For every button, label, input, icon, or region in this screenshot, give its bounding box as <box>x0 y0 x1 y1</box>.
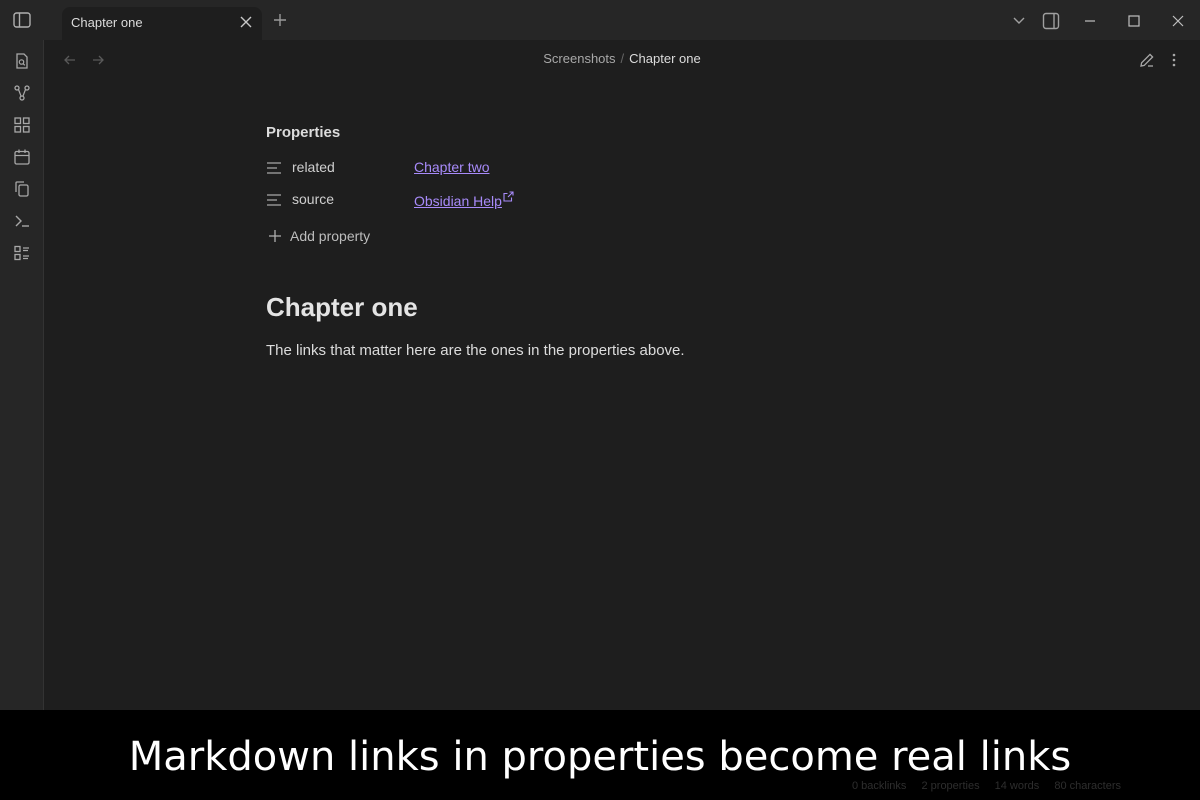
note-body[interactable]: The links that matter here are the ones … <box>266 342 685 359</box>
note-title[interactable]: Chapter one <box>266 292 418 323</box>
editor-pane: Screenshots / Chapter one Properties relat… <box>44 40 1200 710</box>
copy-icon[interactable] <box>13 180 31 198</box>
text-lines-icon[interactable] <box>266 192 282 208</box>
list-icon[interactable] <box>13 244 31 262</box>
external-link-icon <box>503 191 514 202</box>
graph-icon[interactable] <box>13 84 31 102</box>
minimize-icon[interactable] <box>1081 12 1099 30</box>
properties-heading[interactable]: Properties <box>266 124 340 141</box>
add-property-label: Add property <box>290 228 371 244</box>
left-ribbon <box>0 40 44 710</box>
tab-title: Chapter one <box>71 15 143 30</box>
file-search-icon[interactable] <box>13 52 31 70</box>
property-link-chapter-two[interactable]: Chapter two <box>414 159 489 175</box>
property-key[interactable]: source <box>292 191 334 207</box>
breadcrumb-separator: / <box>620 51 625 66</box>
terminal-icon[interactable] <box>13 212 31 230</box>
chevron-down-icon[interactable] <box>1010 12 1028 30</box>
add-property-button[interactable]: Add property <box>268 226 468 246</box>
breadcrumb-parent[interactable]: Screenshots <box>543 51 615 66</box>
pencil-icon[interactable] <box>1138 51 1156 69</box>
window-close-icon[interactable] <box>1169 12 1187 30</box>
property-row-related: related Chapter two <box>266 156 866 180</box>
property-key[interactable]: related <box>292 159 335 175</box>
plus-icon[interactable] <box>273 13 287 27</box>
property-link-obsidian-help[interactable]: Obsidian Help <box>414 191 514 209</box>
breadcrumb-current[interactable]: Chapter one <box>629 51 701 66</box>
status-backlinks[interactable]: 0 backlinks <box>852 780 906 792</box>
breadcrumb: Screenshots / Chapter one <box>44 51 1200 66</box>
property-link-text: Obsidian Help <box>414 193 502 209</box>
close-icon[interactable] <box>239 15 253 29</box>
title-bar: Chapter one <box>0 0 1200 40</box>
maximize-icon[interactable] <box>1125 12 1143 30</box>
status-characters: 80 characters <box>1054 780 1121 792</box>
more-options-icon[interactable] <box>1166 51 1182 69</box>
canvas-icon[interactable] <box>13 116 31 134</box>
property-row-source: source Obsidian Help <box>266 188 866 212</box>
status-bar: 0 backlinks 2 properties 14 words 80 cha… <box>852 780 1133 792</box>
text-lines-icon[interactable] <box>266 160 282 176</box>
sidebar-toggle-icon[interactable] <box>12 10 32 30</box>
caption-text: Markdown links in properties become real… <box>128 734 1072 780</box>
status-properties[interactable]: 2 properties <box>921 780 979 792</box>
right-sidebar-toggle-icon[interactable] <box>1042 12 1060 30</box>
plus-icon <box>269 230 281 242</box>
calendar-icon[interactable] <box>13 148 31 166</box>
tab-chapter-one[interactable]: Chapter one <box>62 7 262 40</box>
status-words: 14 words <box>994 780 1040 792</box>
